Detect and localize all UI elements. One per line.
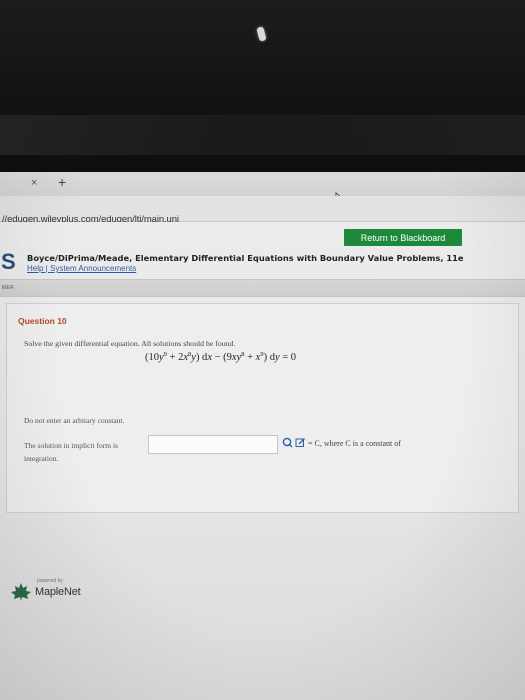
maplenet-badge: powered by MapleNet <box>10 578 130 608</box>
browser-screen: × + //edugen.wileyplus.com/edugen/lti/ma… <box>0 172 525 700</box>
monitor-bezel <box>0 0 525 175</box>
help-links[interactable]: Help | System Announcements <box>27 264 136 273</box>
answer-label: The solution in implicit form is <box>24 441 118 450</box>
bezel-reflection <box>0 115 525 155</box>
maple-leaf-icon <box>11 583 31 601</box>
edit-icon[interactable] <box>295 437 306 448</box>
question-title: Question 10 <box>18 316 67 326</box>
wileyplus-logo: S <box>1 249 16 274</box>
maplenet-logo-text: MapleNet <box>35 586 81 598</box>
tab-close-icon[interactable]: × <box>31 177 37 189</box>
camera-light <box>256 26 267 42</box>
page-content: Return to Blackboard S Boyce/DiPrima/Mea… <box>0 222 525 700</box>
nav-subbar: MER <box>0 279 525 297</box>
answer-suffix-continued: integration. <box>24 454 59 463</box>
differential-equation: (10y9 + 2x8y) dx − (9xy8 + x9) dy = 0 <box>145 351 297 363</box>
subbar-label: MER <box>2 285 15 291</box>
question-instruction: Solve the given differential equation. A… <box>24 339 236 348</box>
powered-by-label: powered by <box>37 578 63 584</box>
constant-hint: Do not enter an arbitary constant. <box>24 416 125 425</box>
tab-bar: × + <box>0 172 525 204</box>
return-to-blackboard-button[interactable]: Return to Blackboard <box>344 229 462 246</box>
answer-suffix: = C, where C is a constant of <box>308 439 401 448</box>
answer-input[interactable] <box>148 435 278 454</box>
equation-editor-icon[interactable] <box>282 437 293 448</box>
new-tab-button[interactable]: + <box>58 174 66 190</box>
address-bar[interactable]: //edugen.wileyplus.com/edugen/lti/main.u… <box>0 196 525 225</box>
book-title: Boyce/DiPrima/Meade, Elementary Differen… <box>27 253 464 263</box>
question-panel: Question 10 Solve the given differential… <box>6 303 519 513</box>
